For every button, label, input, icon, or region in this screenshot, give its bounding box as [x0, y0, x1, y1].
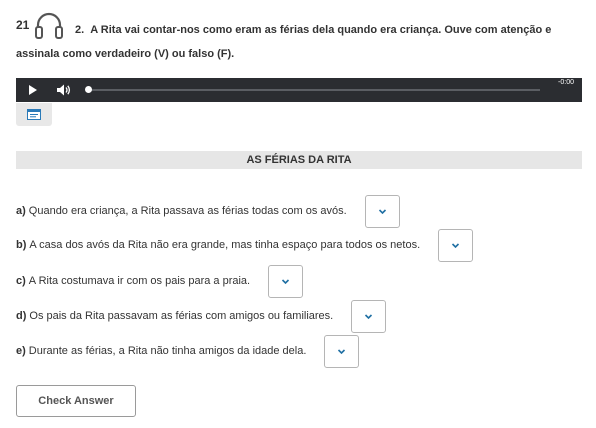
check-answer-button[interactable]: Check Answer	[16, 385, 136, 417]
item-text: A Rita costumava ir com os pais para a p…	[28, 275, 251, 287]
item-text: Durante as férias, a Rita não tinha amig…	[28, 345, 307, 357]
list-item: e) Durante as férias, a Rita não tinha a…	[16, 334, 360, 368]
item-letter: b)	[16, 239, 27, 251]
item-letter: e)	[16, 345, 26, 357]
answer-dropdown-e[interactable]	[324, 334, 360, 368]
chevron-down-icon	[338, 348, 346, 354]
instruction-text: A Rita vai contar-nos como eram as féria…	[16, 24, 552, 60]
chevron-down-icon	[378, 208, 386, 214]
question-instruction: 2. A Rita vai contar-nos como eram as fér…	[16, 18, 586, 66]
answer-dropdown-d[interactable]	[351, 299, 387, 333]
chevron-down-icon	[452, 242, 460, 248]
item-letter: d)	[16, 310, 27, 322]
transcript-icon	[27, 109, 41, 120]
exercise-page: 21 2. A Rita vai contar-nos como eram as …	[0, 0, 596, 428]
list-item: a) Quando era criança, a Rita passava as…	[16, 194, 400, 228]
answer-dropdown-b[interactable]	[438, 228, 474, 262]
item-text: Os pais da Rita passavam as férias com a…	[29, 310, 334, 322]
chevron-down-icon	[282, 278, 290, 284]
progress-track[interactable]	[88, 89, 540, 91]
answer-dropdown-a[interactable]	[364, 194, 400, 228]
transcript-button[interactable]	[16, 103, 52, 126]
time-remaining: -0:00	[558, 79, 574, 86]
section-title: AS FÉRIAS DA RITA	[16, 151, 582, 169]
chevron-down-icon	[365, 313, 373, 319]
list-item: d) Os pais da Rita passavam as férias co…	[16, 299, 387, 333]
play-icon[interactable]	[29, 85, 37, 95]
item-text: A casa dos avós da Rita não era grande, …	[29, 239, 421, 251]
answer-dropdown-c[interactable]	[268, 264, 304, 298]
item-letter: a)	[16, 205, 26, 217]
volume-icon[interactable]	[57, 84, 71, 96]
question-number: 2.	[75, 24, 85, 36]
item-letter: c)	[16, 275, 26, 287]
list-item: b) A casa dos avós da Rita não era grand…	[16, 228, 474, 262]
item-text: Quando era criança, a Rita passava as fé…	[28, 205, 347, 217]
audio-player: -0:00	[16, 78, 582, 102]
list-item: c) A Rita costumava ir com os pais para …	[16, 264, 304, 298]
progress-knob[interactable]	[85, 86, 92, 93]
